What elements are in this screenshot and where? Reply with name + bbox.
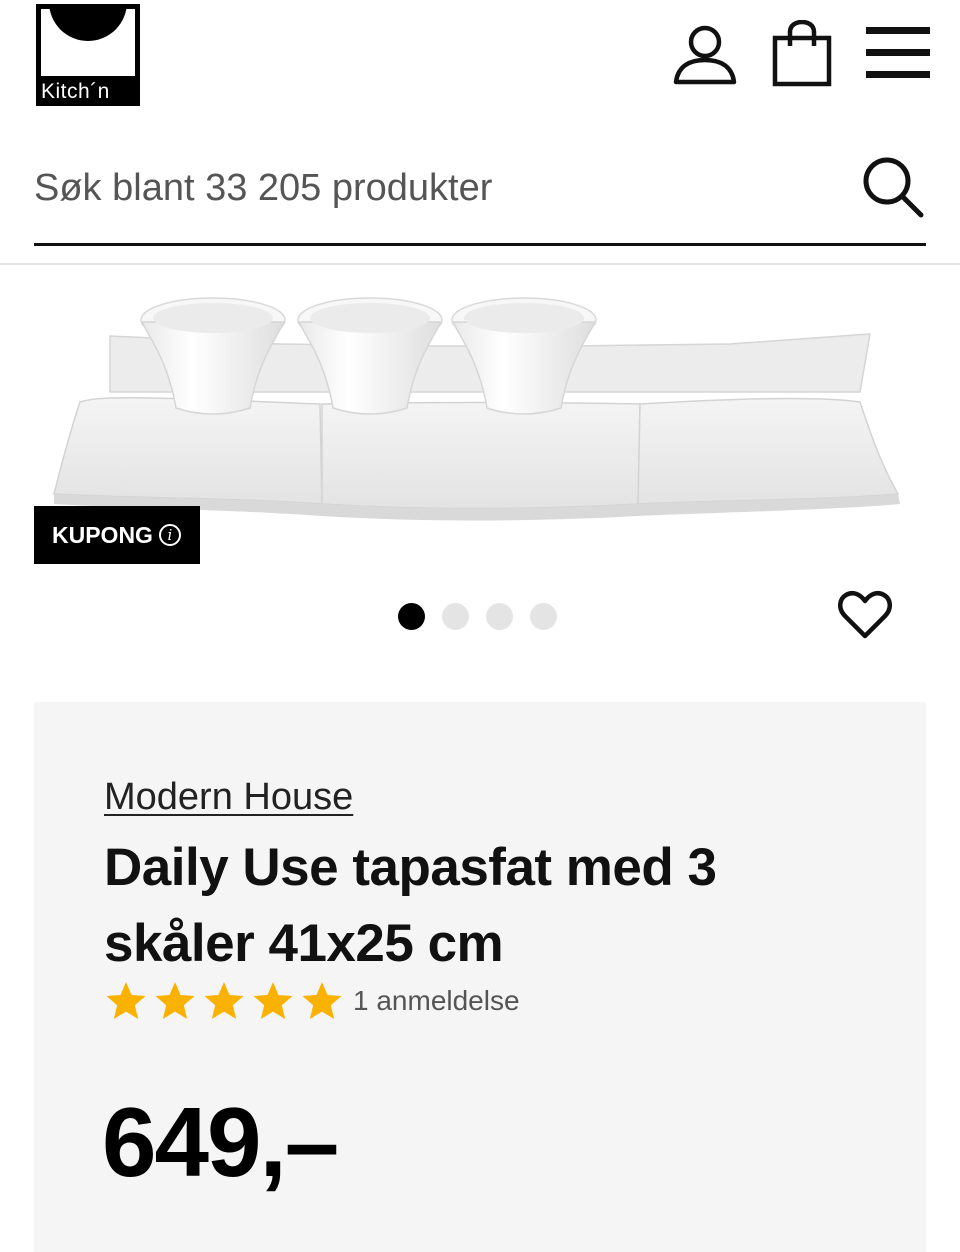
site-header: Kitch´n (0, 0, 960, 120)
star-icon (106, 982, 146, 1019)
star-icon (302, 982, 342, 1019)
carousel-dots (398, 603, 557, 630)
star-icon (204, 982, 244, 1019)
review-count[interactable]: 1 anmeldelse (353, 985, 520, 1017)
star-icon (155, 982, 195, 1019)
search-icon[interactable] (860, 154, 926, 220)
info-icon[interactable]: i (158, 524, 181, 546)
bowl-right (451, 297, 597, 415)
shopping-bag-icon[interactable] (770, 20, 834, 90)
search-bar (34, 140, 926, 246)
header-divider (0, 263, 960, 265)
bowl-middle (297, 297, 443, 415)
rating[interactable]: 1 anmeldelse (104, 980, 520, 1022)
brand-link[interactable]: Modern House (104, 776, 353, 819)
hamburger-menu-icon[interactable] (862, 20, 932, 90)
star-icon (253, 982, 293, 1019)
user-icon[interactable] (670, 20, 740, 90)
bowl-left (140, 297, 286, 415)
logo-bowl-frame (41, 9, 135, 76)
search-input[interactable] (34, 160, 834, 216)
coupon-label: KUPONG (52, 521, 153, 548)
product-title: Daily Use tapasfat med 3 skåler 41x25 cm (104, 838, 717, 973)
product-info-panel: Modern House Daily Use tapasfat med 3 sk… (34, 702, 926, 1252)
product-price: 649,– (102, 1087, 339, 1197)
logo-text: Kitch´n (41, 80, 110, 103)
kitchn-logo[interactable]: Kitch´n (36, 4, 140, 106)
carousel-dot-2[interactable] (442, 603, 469, 630)
product-image[interactable] (40, 272, 920, 532)
heart-icon[interactable] (838, 590, 892, 640)
coupon-badge[interactable]: KUPONG i (34, 506, 200, 564)
carousel-dot-3[interactable] (486, 603, 513, 630)
carousel-dot-1[interactable] (398, 603, 425, 630)
carousel-dot-4[interactable] (530, 603, 557, 630)
logo-bowl-shape (49, 9, 127, 41)
